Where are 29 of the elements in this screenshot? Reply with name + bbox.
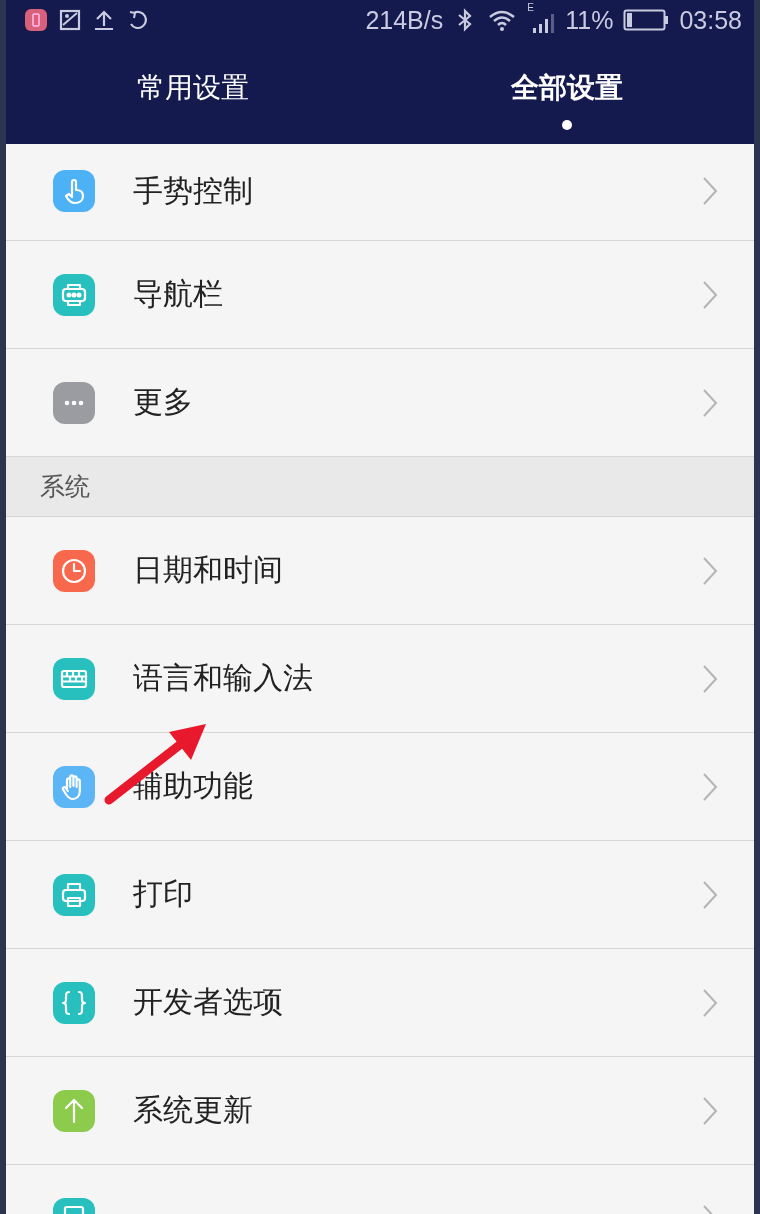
- chevron-icon: [702, 987, 718, 1018]
- item-label: 打印: [133, 875, 194, 913]
- item-label: 日期和时间: [133, 551, 284, 589]
- chevron-icon: [702, 879, 718, 910]
- upload-icon: [92, 8, 116, 32]
- tab[interactable]: 常用设置: [6, 40, 380, 144]
- section-header: 系统: [6, 457, 754, 517]
- chevron-icon: [702, 771, 718, 802]
- tab[interactable]: 全部设置: [380, 40, 754, 144]
- item-label: 手势控制: [133, 171, 254, 210]
- chevron-icon: [702, 663, 718, 694]
- network-type: E: [527, 2, 534, 13]
- network-speed: 214B/s: [365, 5, 444, 35]
- battery-percent: 11%: [565, 5, 614, 35]
- clock-time: 03:58: [679, 5, 742, 35]
- chevron-icon: [702, 176, 718, 206]
- item-label: 导航栏: [133, 275, 224, 313]
- battery-icon: [623, 8, 670, 32]
- chevron-icon: [702, 279, 718, 310]
- chevron-icon: [702, 555, 718, 586]
- battery-alert-icon: [24, 8, 48, 32]
- chevron-icon: [702, 1095, 718, 1126]
- item-label: 语言和输入法: [133, 659, 314, 697]
- chevron-icon: [702, 387, 718, 418]
- image-icon: [58, 8, 82, 32]
- signal-icon: [531, 12, 556, 34]
- item-label: 系统更新: [133, 1091, 254, 1129]
- item-label: 开发者选项: [133, 983, 284, 1021]
- item-label: 更多: [133, 383, 194, 421]
